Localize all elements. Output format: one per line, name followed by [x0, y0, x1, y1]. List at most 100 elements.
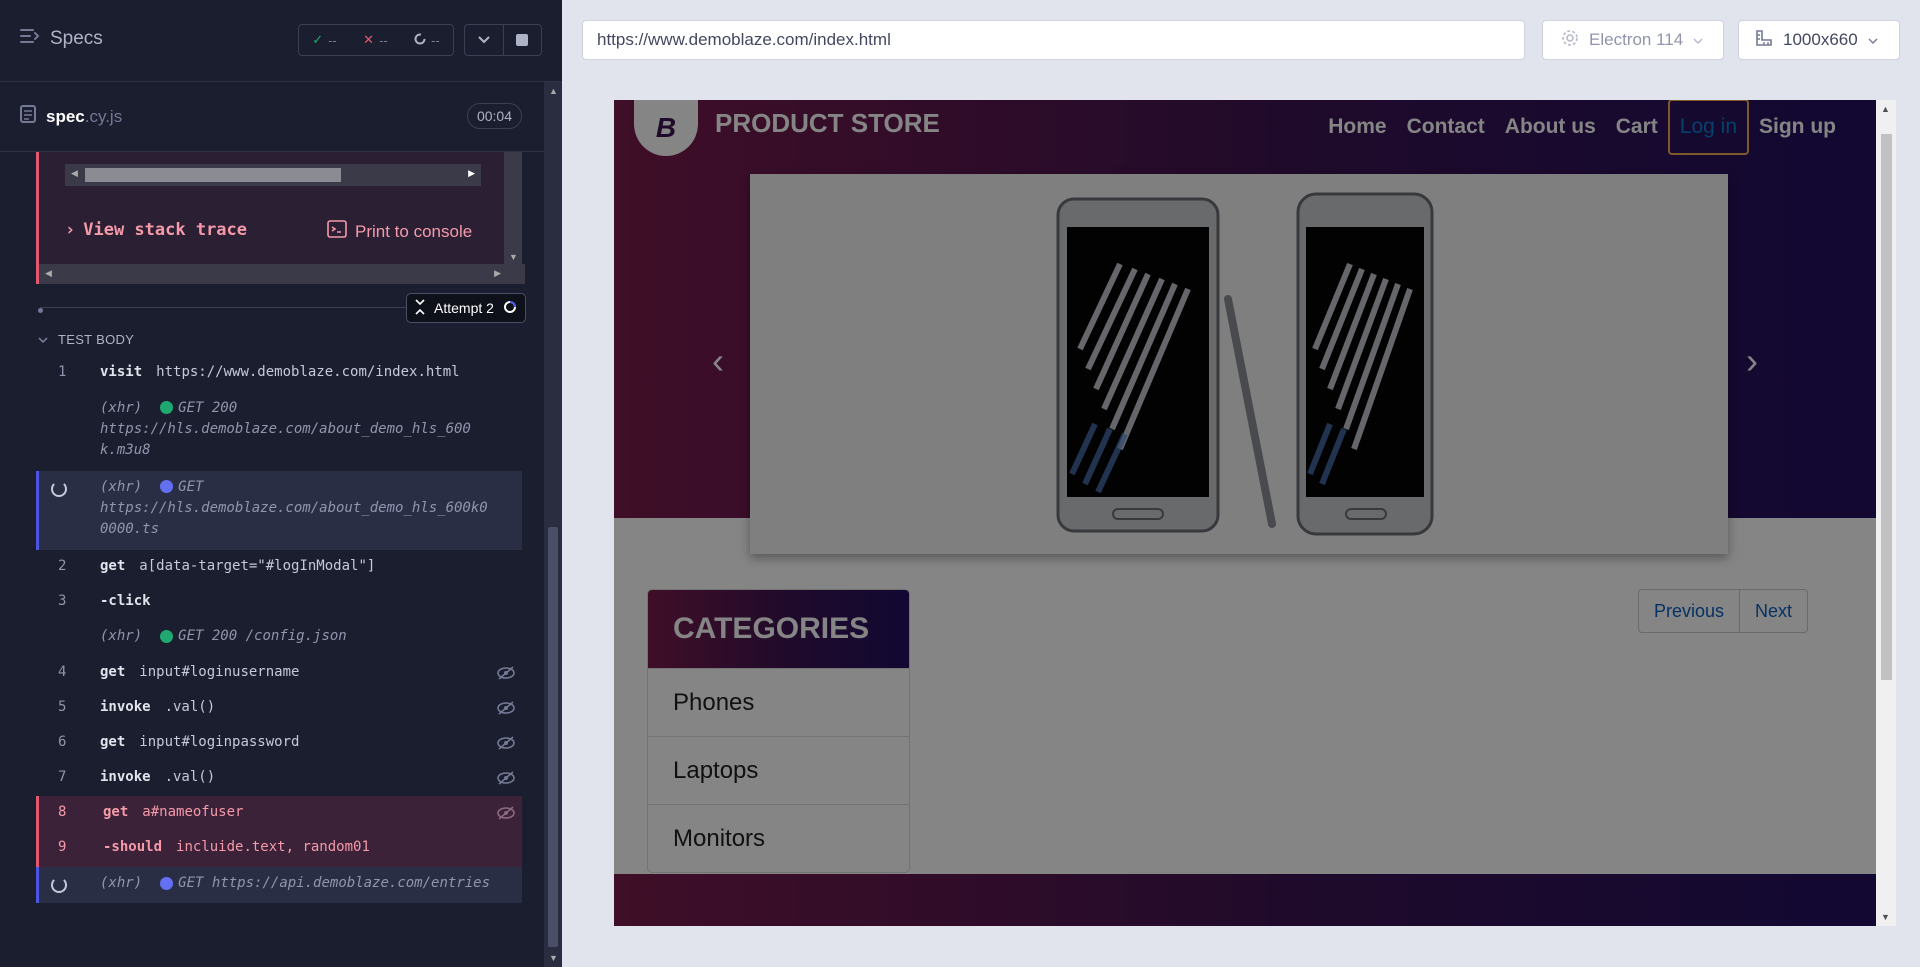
category-phones[interactable]: Phones	[648, 668, 909, 736]
reporter-header: Specs ✓ -- ✕ -- --	[0, 0, 562, 82]
x-icon: ✕	[363, 32, 375, 47]
command-log: 1 visit https://www.demoblaze.com/index.…	[36, 356, 522, 903]
command-row-failed[interactable]: 9 -should incluide.text, random01	[36, 831, 522, 867]
view-stack-trace-button[interactable]: › View stack trace	[65, 220, 247, 240]
phone-product-image	[750, 174, 1728, 554]
chevron-down-icon	[478, 31, 490, 49]
loading-spinner-icon	[51, 481, 67, 497]
scroll-down-arrow-icon[interactable]: ▼	[549, 953, 558, 963]
nav-log-in[interactable]: Log in	[1667, 100, 1749, 155]
aut-iframe: B PRODUCT STORE Home Contact About us Ca…	[614, 100, 1876, 926]
scroll-up-arrow-icon[interactable]: ▲	[549, 86, 558, 96]
attempt-tag[interactable]: Attempt 2	[406, 293, 526, 323]
stop-button[interactable]	[502, 25, 542, 55]
code-frame-scrollbar[interactable]: ◀ ▶	[65, 164, 481, 186]
xhr-row[interactable]: (xhr) GET 200 https://hls.demoblaze.com/a…	[36, 392, 522, 471]
logo-letter: B	[655, 112, 677, 143]
pending-circle-icon	[414, 33, 426, 48]
previous-button[interactable]: Previous	[1639, 590, 1739, 632]
command-row[interactable]: 3 -click	[36, 585, 522, 620]
xhr-row-pending[interactable]: (xhr) GET https://hls.demoblaze.com/about…	[36, 471, 522, 550]
chevron-right-icon: ›	[65, 220, 76, 240]
eye-slash-icon	[496, 666, 516, 687]
loading-spinner-icon	[51, 877, 67, 893]
aut-scroll-thumb[interactable]	[1881, 134, 1892, 680]
chevron-down-icon	[1868, 30, 1878, 50]
scroll-up-arrow-icon[interactable]: ▲	[1881, 104, 1890, 114]
scroll-left-arrow-icon[interactable]: ◀	[71, 168, 78, 179]
xhr-row[interactable]: (xhr) GET 200 /config.json	[36, 620, 522, 656]
command-row[interactable]: 6 get input#loginpassword	[36, 726, 522, 761]
success-status-dot	[160, 630, 174, 643]
eye-slash-icon	[496, 736, 516, 757]
command-row[interactable]: 5 invoke .val()	[36, 691, 522, 726]
carousel-prev-icon[interactable]: ‹	[712, 340, 724, 382]
nav-sign-up[interactable]: Sign up	[1749, 101, 1846, 153]
test-body-header[interactable]: TEST BODY	[38, 332, 134, 347]
command-row[interactable]: 2 get a[data-target="#logInModal"]	[36, 550, 522, 585]
ruler-icon	[1755, 29, 1773, 52]
xhr-row-pending[interactable]: (xhr) GET https://api.demoblaze.com/entri…	[36, 867, 522, 903]
specs-label: Specs	[50, 28, 103, 49]
nav-contact[interactable]: Contact	[1397, 101, 1495, 153]
store-brand[interactable]: PRODUCT STORE	[715, 108, 940, 139]
collapse-arrows-icon	[415, 298, 425, 318]
pagination: Previous Next	[1638, 589, 1809, 633]
product-carousel[interactable]	[750, 174, 1728, 554]
scroll-right-arrow-icon[interactable]: ▶	[494, 268, 501, 279]
scroll-left-arrow-icon[interactable]: ◀	[45, 268, 52, 279]
category-monitors[interactable]: Monitors	[648, 804, 909, 872]
categories-header[interactable]: CATEGORIES	[648, 590, 909, 668]
store-footer	[614, 874, 1876, 926]
reporter-panel: Specs ✓ -- ✕ -- -- spec .cy.js 00:04 ▲ ▼…	[0, 0, 562, 967]
terminal-icon	[327, 220, 347, 243]
success-status-dot	[160, 401, 174, 414]
url-bar[interactable]: https://www.demoblaze.com/index.html	[582, 20, 1525, 60]
eye-slash-icon	[496, 806, 516, 827]
duration-timer: 00:04	[466, 103, 522, 129]
chevron-down-icon	[38, 332, 48, 347]
reporter-scroll-thumb[interactable]	[548, 527, 558, 947]
eye-slash-icon	[496, 701, 516, 722]
document-icon	[20, 105, 36, 128]
aut-scrollbar[interactable]: ▲ ▼	[1876, 100, 1896, 926]
specs-list-icon	[20, 28, 40, 50]
scroll-down-arrow-icon[interactable]: ▼	[1881, 912, 1890, 922]
error-panel: ◀ ▶ › View stack trace Print to console …	[36, 152, 525, 284]
chevron-down-icon	[1693, 30, 1703, 50]
expand-collapse-button[interactable]	[465, 25, 503, 55]
stats-summary: ✓ -- ✕ -- --	[298, 24, 454, 56]
reporter-scrollbar[interactable]: ▲ ▼	[544, 82, 562, 967]
nav-home[interactable]: Home	[1318, 101, 1396, 153]
viewport-selector[interactable]: 1000x660	[1738, 20, 1900, 60]
print-to-console-button[interactable]: Print to console	[327, 220, 472, 243]
specs-toggle-button[interactable]: Specs	[20, 28, 103, 50]
command-row[interactable]: 1 visit https://www.demoblaze.com/index.…	[36, 356, 522, 392]
category-laptops[interactable]: Laptops	[648, 736, 909, 804]
carousel-next-icon[interactable]: ›	[1746, 340, 1758, 382]
scroll-right-arrow-icon[interactable]: ▶	[468, 168, 475, 179]
running-spinner-icon	[503, 300, 517, 317]
attempt-dot	[38, 308, 43, 313]
nav-cart[interactable]: Cart	[1606, 101, 1668, 153]
command-row[interactable]: 7 invoke .val()	[36, 761, 522, 796]
spec-name: spec	[46, 106, 85, 126]
error-panel-vertical-scrollbar[interactable]: ▼	[504, 152, 522, 264]
stop-icon	[516, 34, 529, 46]
next-button[interactable]: Next	[1739, 590, 1807, 632]
command-row-failed[interactable]: 8 get a#nameofuser	[36, 796, 522, 831]
error-panel-horizontal-scrollbar[interactable]: ◀ ▶	[39, 264, 525, 284]
pending-stat: --	[414, 33, 440, 48]
code-frame-scroll-thumb[interactable]	[85, 168, 341, 182]
gear-icon	[1561, 29, 1579, 52]
passed-stat: ✓ --	[312, 32, 337, 48]
store-nav-menu: Home Contact About us Cart Log in Sign u…	[1318, 100, 1846, 155]
command-row[interactable]: 4 get input#loginusername	[36, 656, 522, 691]
failed-stat: ✕ --	[363, 32, 388, 48]
eye-slash-icon	[496, 771, 516, 792]
scroll-down-arrow-icon[interactable]: ▼	[509, 252, 518, 262]
spec-extension: .cy.js	[84, 106, 123, 126]
nav-about-us[interactable]: About us	[1495, 101, 1606, 153]
spec-file-row[interactable]: spec .cy.js 00:04	[0, 82, 544, 152]
browser-selector[interactable]: Electron 114	[1542, 20, 1724, 60]
